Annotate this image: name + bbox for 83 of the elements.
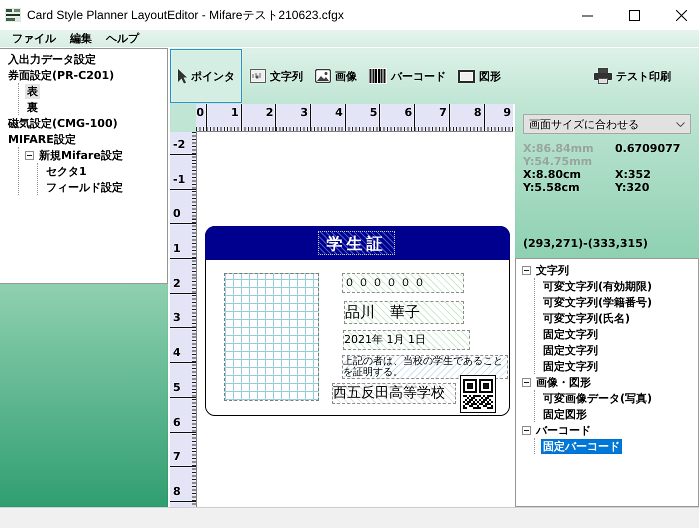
ruler-mark: 6 (380, 104, 416, 131)
tree-item[interactable]: 可変文字列(有効期限) (541, 278, 654, 294)
tree-item[interactable]: 裏 (25, 100, 40, 114)
card-size: Y:54.75mm (523, 155, 594, 168)
tree-item[interactable]: セクタ1 (44, 164, 89, 178)
issue-date: 2021年 1月 1日 (343, 330, 470, 350)
cursor-position: Y:5.58cm (523, 181, 581, 194)
text-field-icon (250, 69, 266, 83)
arrow-pointer-icon (177, 68, 187, 84)
tree-item[interactable]: 固定文字列 (541, 326, 600, 342)
selection-bounds: (293,271)-(333,315) (523, 237, 649, 250)
ruler-mark: 1 (207, 104, 242, 131)
card-size: X:86.84mm (523, 142, 595, 155)
tool-button[interactable]: 文字列 (246, 49, 307, 103)
ruler-mark: 4 (311, 104, 346, 131)
tool-button[interactable]: 画像 (311, 49, 361, 103)
tree-item[interactable]: バーコード (534, 422, 593, 438)
tool-button[interactable]: バーコード (365, 49, 450, 103)
student-name: 品川 華子 (344, 301, 464, 324)
tree-item[interactable]: 券面設定(PR-C201) (6, 68, 116, 82)
tree-item[interactable]: MIFARE設定 (6, 132, 78, 146)
tree-item[interactable]: 固定文字列 (541, 358, 600, 374)
menu-item[interactable]: ヘルプ (101, 31, 144, 46)
ruler-mark: 7 (170, 432, 196, 468)
qr-code-icon (460, 375, 496, 413)
menu-item[interactable]: ファイル (7, 31, 61, 46)
ruler-mark: -1 (170, 155, 196, 190)
cursor-position: X:8.80cm (523, 168, 582, 181)
window-title: Card Style Planner LayoutEditor - Mifareテスト210623.cfgx (27, 6, 345, 24)
ruler-mark: 8 (170, 467, 196, 502)
tree-item[interactable]: 新規Mifare設定 (37, 148, 125, 162)
tree-item[interactable]: 可変文字列(氏名) (541, 310, 632, 326)
ruler-mark: 3 (276, 104, 312, 131)
maximize-icon[interactable] (629, 10, 640, 20)
tree-item[interactable]: 入出力データ設定 (6, 52, 98, 66)
rectangle-icon (458, 70, 475, 82)
collapse-box-icon[interactable] (522, 378, 531, 386)
chevron-down-icon (676, 122, 685, 126)
image-icon (315, 69, 331, 83)
ruler-mark: 2 (170, 259, 196, 294)
tree-item[interactable]: 固定バーコード (541, 438, 622, 454)
ruler-mark: 6 (170, 398, 196, 432)
tree-item[interactable]: 文字列 (534, 262, 571, 278)
tree-item[interactable]: 可変文字列(学籍番号) (541, 294, 654, 310)
ruler-mark: 3 (170, 294, 196, 328)
close-icon[interactable] (676, 10, 687, 20)
test-print-button[interactable]: テスト印刷 (592, 66, 673, 86)
tool-button[interactable]: ポインタ (170, 49, 242, 103)
tool-button[interactable]: 図形 (454, 49, 505, 103)
tree-item[interactable]: 表 (25, 84, 40, 98)
scale-value: 0.6709077 (615, 142, 682, 155)
ruler-mark: 4 (170, 328, 196, 364)
menu-item[interactable]: 編集 (65, 31, 97, 46)
cursor-pixels: X:352 (615, 168, 652, 181)
ruler-mark: 7 (415, 104, 450, 131)
ruler-mark: 0 (170, 190, 196, 224)
cursor-pixels: Y:320 (615, 181, 650, 194)
collapse-box-icon[interactable] (522, 426, 531, 434)
card-title: 学生証 (318, 231, 395, 255)
certification-note: 上記の者は、当校の学生であることを証明する。 (342, 355, 508, 379)
ruler-mark: 9 (502, 105, 512, 121)
tree-item[interactable]: 磁気設定(CMG-100) (6, 116, 120, 130)
ruler-mark: 0 (196, 104, 207, 131)
tree-item[interactable]: 固定文字列 (541, 342, 600, 358)
ruler-mark: 2 (242, 104, 276, 131)
tree-item[interactable]: フィールド設定 (44, 180, 125, 194)
barcode-icon (369, 68, 387, 84)
tree-item[interactable]: 画像・図形 (534, 374, 593, 390)
tree-item[interactable]: 可変画像データ(写真) (541, 390, 654, 406)
ruler-mark: 5 (346, 104, 380, 131)
zoom-dropdown[interactable]: 画面サイズに合わせる (523, 114, 691, 134)
student-number: ００００００ (342, 273, 464, 293)
app-logo-icon (5, 8, 21, 22)
school-name: 西五反田高等学校 (332, 383, 456, 404)
ruler-corner (170, 104, 196, 132)
collapse-box-icon[interactable] (25, 150, 34, 160)
printer-icon (594, 68, 612, 84)
ruler-mark: -2 (170, 132, 196, 155)
ruler-mark: 8 (450, 104, 484, 131)
ruler-mark: 1 (170, 224, 196, 260)
ruler-mark: 5 (170, 363, 196, 398)
tree-item[interactable]: 固定図形 (541, 406, 589, 422)
collapse-box-icon[interactable] (522, 266, 531, 274)
